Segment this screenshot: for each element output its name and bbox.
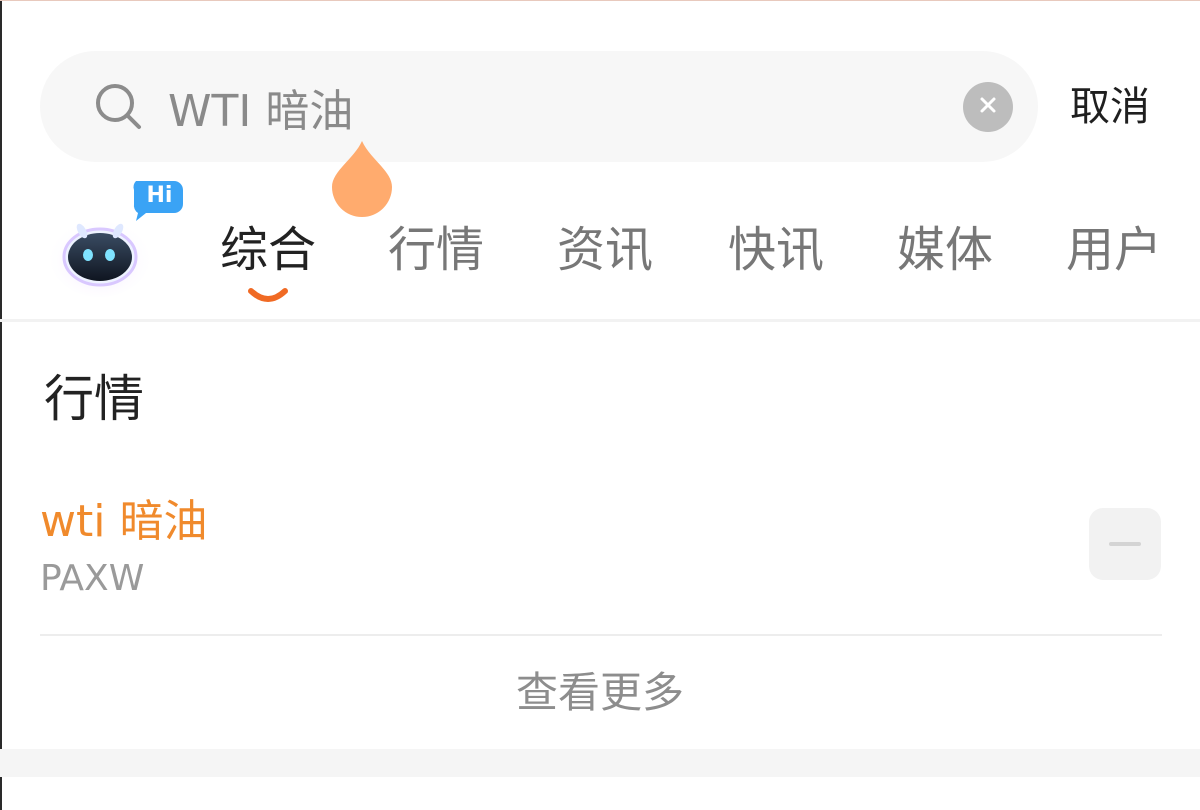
tabs-divider — [0, 319, 1200, 322]
result-code: PAXW — [40, 558, 145, 599]
assistant-badge: Hi — [146, 183, 173, 208]
search-page: 取消 — [0, 0, 1200, 810]
search-icon — [92, 80, 144, 132]
clear-icon — [978, 95, 998, 119]
minus-icon — [1109, 542, 1141, 546]
active-tab-indicator — [247, 287, 289, 305]
result-name[interactable]: wti 暗油 — [40, 494, 207, 550]
tab-users[interactable]: 用户 — [1066, 218, 1162, 282]
clear-button[interactable] — [963, 82, 1013, 132]
watchlist-button[interactable] — [1089, 508, 1161, 580]
view-more-link[interactable]: 查看更多 — [0, 665, 1200, 721]
tab-media[interactable]: 媒体 — [897, 218, 993, 282]
section-title: 行情 — [44, 370, 144, 428]
search-input[interactable] — [168, 79, 928, 135]
tab-news[interactable]: 资讯 — [557, 218, 653, 282]
tab-flash[interactable]: 快讯 — [728, 218, 824, 282]
tab-comprehensive[interactable]: 综合 — [220, 218, 316, 282]
row-divider — [40, 634, 1162, 636]
cancel-button[interactable]: 取消 — [1070, 81, 1150, 133]
tab-market[interactable]: 行情 — [388, 218, 484, 282]
text-cursor-handle[interactable] — [330, 139, 394, 217]
section-separator — [0, 749, 1200, 777]
